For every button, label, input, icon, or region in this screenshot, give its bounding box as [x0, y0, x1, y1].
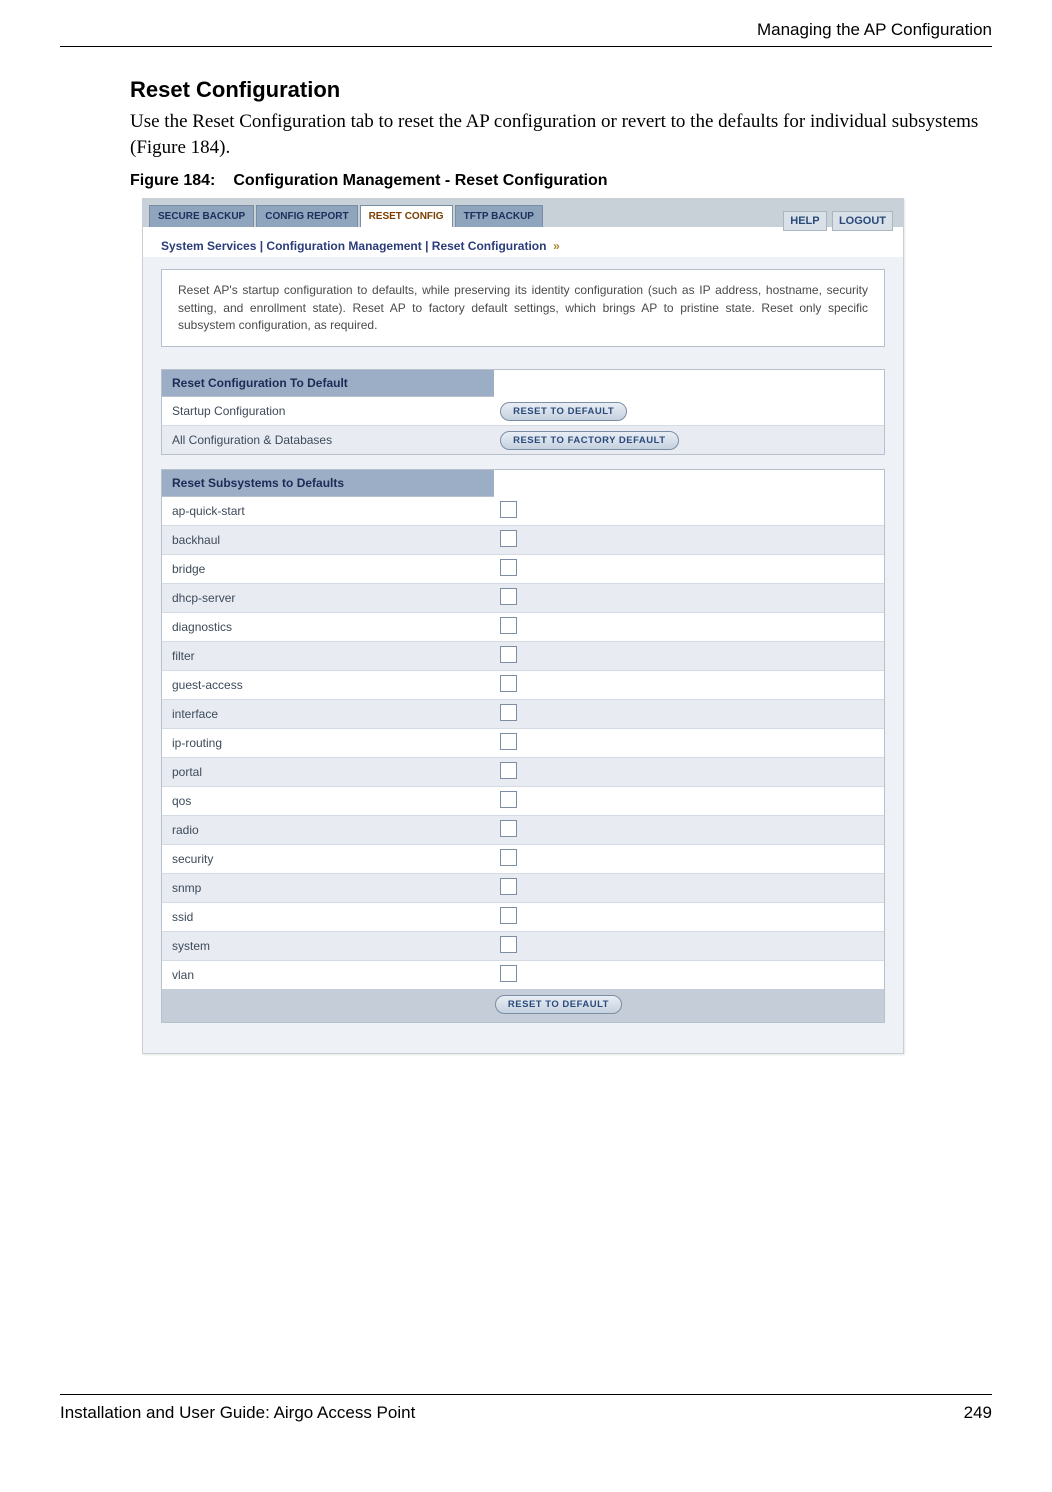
subsystem-checkbox[interactable]: [500, 530, 517, 547]
subsystem-row: guest-access: [162, 671, 884, 700]
subsystem-label: backhaul: [162, 529, 494, 551]
subsystem-label: snmp: [162, 877, 494, 899]
screenshot-figure: SECURE BACKUP CONFIG REPORT RESET CONFIG…: [142, 198, 904, 1054]
subsystem-checkbox[interactable]: [500, 501, 517, 518]
footer-doc-title: Installation and User Guide: Airgo Acces…: [60, 1403, 415, 1423]
subsystem-row: radio: [162, 816, 884, 845]
help-link[interactable]: HELP: [783, 211, 826, 231]
subsystem-row: system: [162, 932, 884, 961]
breadcrumb-arrow-icon: »: [550, 239, 560, 253]
subsystem-row: diagnostics: [162, 613, 884, 642]
screenshot-body: Reset AP's startup configuration to defa…: [143, 257, 903, 1053]
figure-title: Configuration Management - Reset Configu…: [233, 172, 607, 189]
tab-tftp-backup[interactable]: TFTP BACKUP: [455, 205, 543, 227]
subsystem-row: filter: [162, 642, 884, 671]
row-startup-config: Startup Configuration RESET TO DEFAULT: [162, 397, 884, 426]
panel-footer: RESET TO DEFAULT: [162, 989, 884, 1022]
tab-strip: SECURE BACKUP CONFIG REPORT RESET CONFIG…: [149, 205, 543, 227]
subsystem-label: dhcp-server: [162, 587, 494, 609]
subsystem-label: ssid: [162, 906, 494, 928]
subsystem-row: security: [162, 845, 884, 874]
section-intro: Use the Reset Configuration tab to reset…: [130, 109, 992, 160]
tab-config-report[interactable]: CONFIG REPORT: [256, 205, 357, 227]
subsystem-row: portal: [162, 758, 884, 787]
subsystem-label: radio: [162, 819, 494, 841]
subsystem-label: bridge: [162, 558, 494, 580]
subsystem-label: qos: [162, 790, 494, 812]
panel-reset-default-title: Reset Configuration To Default: [162, 370, 494, 397]
subsystem-row: ip-routing: [162, 729, 884, 758]
subsystem-row: backhaul: [162, 526, 884, 555]
reset-subsystems-button[interactable]: RESET TO DEFAULT: [495, 995, 622, 1014]
subsystem-label: ap-quick-start: [162, 500, 494, 522]
page-footer: Installation and User Guide: Airgo Acces…: [60, 1394, 992, 1423]
subsystem-checkbox[interactable]: [500, 733, 517, 750]
subsystem-checkbox[interactable]: [500, 849, 517, 866]
subsystem-row: interface: [162, 700, 884, 729]
section-title: Reset Configuration: [130, 77, 992, 103]
subsystem-row: snmp: [162, 874, 884, 903]
subsystem-label: vlan: [162, 964, 494, 986]
panel-reset-subsystems-title: Reset Subsystems to Defaults: [162, 470, 494, 497]
subsystem-label: interface: [162, 703, 494, 725]
subsystem-checkbox[interactable]: [500, 965, 517, 982]
subsystem-label: system: [162, 935, 494, 957]
panel-reset-default: Reset Configuration To Default Startup C…: [161, 369, 885, 455]
subsystem-checkbox[interactable]: [500, 559, 517, 576]
subsystem-label: ip-routing: [162, 732, 494, 754]
figure-label: Figure 184:: [130, 172, 215, 189]
description-box: Reset AP's startup configuration to defa…: [161, 269, 885, 347]
subsystem-row: qos: [162, 787, 884, 816]
subsystem-checkbox[interactable]: [500, 762, 517, 779]
screenshot-topbar: SECURE BACKUP CONFIG REPORT RESET CONFIG…: [143, 199, 903, 227]
subsystem-row: bridge: [162, 555, 884, 584]
page-header: Managing the AP Configuration: [60, 20, 992, 47]
subsystem-checkbox[interactable]: [500, 675, 517, 692]
subsystem-checkbox[interactable]: [500, 791, 517, 808]
subsystem-checkbox[interactable]: [500, 820, 517, 837]
subsystem-checkbox[interactable]: [500, 704, 517, 721]
subsystem-label: filter: [162, 645, 494, 667]
top-links: HELP LOGOUT: [781, 213, 893, 227]
breadcrumb: System Services | Configuration Manageme…: [143, 227, 903, 257]
subsystem-checkbox[interactable]: [500, 588, 517, 605]
subsystem-label: security: [162, 848, 494, 870]
label-startup-config: Startup Configuration: [162, 400, 494, 422]
subsystem-label: portal: [162, 761, 494, 783]
row-all-config: All Configuration & Databases RESET TO F…: [162, 426, 884, 454]
subsystem-row: ap-quick-start: [162, 497, 884, 526]
figure-caption: Figure 184: Configuration Management - Re…: [130, 172, 992, 190]
subsystem-checkbox[interactable]: [500, 907, 517, 924]
panel-reset-subsystems: Reset Subsystems to Defaults ap-quick-st…: [161, 469, 885, 1023]
logout-link[interactable]: LOGOUT: [832, 211, 893, 231]
breadcrumb-text: System Services | Configuration Manageme…: [161, 239, 546, 253]
tab-secure-backup[interactable]: SECURE BACKUP: [149, 205, 254, 227]
subsystem-checkbox[interactable]: [500, 936, 517, 953]
subsystem-label: diagnostics: [162, 616, 494, 638]
subsystem-label: guest-access: [162, 674, 494, 696]
subsystem-checkbox[interactable]: [500, 617, 517, 634]
subsystem-checkbox[interactable]: [500, 646, 517, 663]
reset-to-factory-default-button[interactable]: RESET TO FACTORY DEFAULT: [500, 431, 678, 450]
subsystem-row: vlan: [162, 961, 884, 989]
subsystem-row: ssid: [162, 903, 884, 932]
footer-page-number: 249: [964, 1403, 992, 1423]
reset-to-default-button[interactable]: RESET TO DEFAULT: [500, 402, 627, 421]
tab-reset-config[interactable]: RESET CONFIG: [360, 205, 453, 227]
subsystem-checkbox[interactable]: [500, 878, 517, 895]
subsystem-row: dhcp-server: [162, 584, 884, 613]
label-all-config: All Configuration & Databases: [162, 429, 494, 451]
